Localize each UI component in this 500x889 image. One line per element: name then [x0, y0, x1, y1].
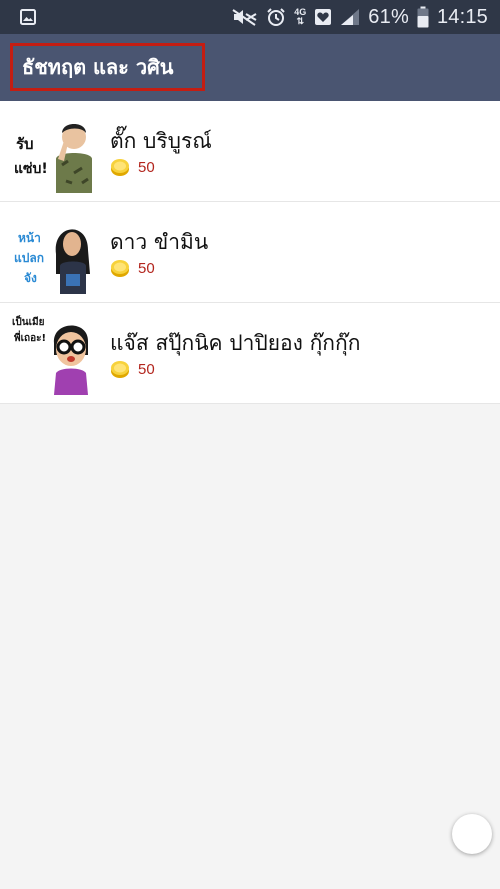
- battery-percentage: 61%: [368, 5, 409, 28]
- thumb-text: พี่เถอะ!: [14, 330, 46, 344]
- thumb-text: หน้า: [18, 231, 41, 245]
- alarm-icon: [267, 8, 285, 26]
- thumb-text: แซ่บ!: [14, 161, 48, 177]
- status-bar: 4G ⇅ 61% 14:15: [0, 0, 500, 34]
- thumb-text: จัง: [24, 271, 37, 285]
- page-title: ธัชทฤต และ วศิน: [22, 55, 174, 79]
- favorite-box-icon: [315, 9, 332, 25]
- coin-icon: [111, 361, 129, 378]
- mute-icon: [232, 9, 257, 26]
- image-icon: [20, 9, 36, 25]
- title-highlight-box: ธัชทฤต และ วศิน: [10, 43, 205, 91]
- network-indicator: 4G ⇅: [294, 8, 306, 26]
- coin-icon: [111, 159, 129, 176]
- sticker-list: รับ แซ่บ! ตั๊ก บริบูรณ์ 50 หน้า แปลก จัง…: [0, 101, 500, 404]
- sticker-thumbnail: หน้า แปลก จัง: [14, 229, 90, 294]
- data-arrows-icon: ⇅: [296, 16, 305, 26]
- price-label: 50: [138, 361, 155, 378]
- price-label: 50: [138, 260, 155, 277]
- app-bar: ธัชทฤต และ วศิน: [0, 34, 500, 101]
- sticker-name: แจ๊ส สปุ๊กนิค ปาปิยอง กุ๊กกุ๊ก: [110, 331, 361, 355]
- sticker-name: ดาว ขำมิน: [110, 230, 209, 254]
- floating-action-button[interactable]: [452, 814, 492, 854]
- list-item[interactable]: หน้า แปลก จัง ดาว ขำมิน 50: [0, 202, 500, 303]
- thumb-text: รับ: [16, 135, 34, 153]
- list-item[interactable]: เป็นเมีย พี่เถอะ! แจ๊ส สปุ๊กนิค ปาปิยอง …: [0, 303, 500, 404]
- list-item[interactable]: รับ แซ่บ! ตั๊ก บริบูรณ์ 50: [0, 101, 500, 202]
- sticker-thumbnail: เป็นเมีย พี่เถอะ!: [12, 315, 88, 395]
- thumb-text: แปลก: [14, 251, 44, 265]
- price-label: 50: [138, 159, 155, 176]
- coin-icon: [111, 260, 129, 277]
- signal-icon: [341, 9, 360, 25]
- sticker-thumbnail: รับ แซ่บ!: [14, 124, 92, 193]
- clock: 14:15: [436, 5, 488, 28]
- sticker-name: ตั๊ก บริบูรณ์: [110, 129, 212, 153]
- thumb-text: เป็นเมีย: [12, 315, 45, 328]
- battery-icon: [417, 6, 429, 28]
